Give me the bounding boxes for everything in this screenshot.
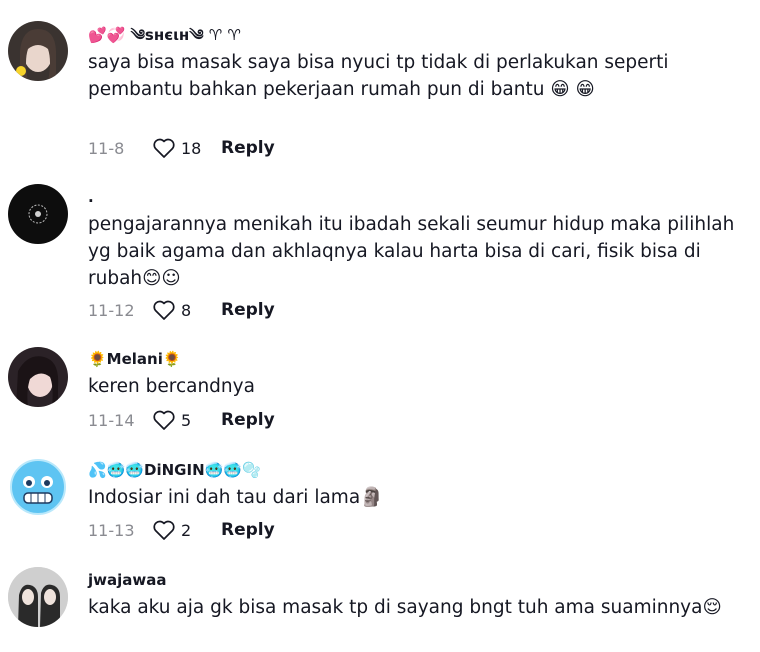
comment-date: 11-13 [88,520,135,540]
comment-actions: 11-14 5 Reply [88,408,275,432]
comment-username[interactable]: jwajawaa [88,569,740,591]
comment-actions: 11-12 8 Reply [88,298,275,322]
comment-text: Indosiar ini dah tau dari lama🗿 [88,487,384,508]
heart-icon [153,410,175,430]
heart-icon [153,300,175,320]
comment-actions: 11-8 18 Reply [88,136,275,160]
like-count: 8 [181,300,192,320]
reply-button[interactable]: Reply [221,138,275,158]
like-count: 18 [181,138,202,158]
avatar[interactable] [8,184,68,244]
comment-text: kaka aku aja gk bisa masak tp di sayang … [88,597,722,618]
comment-text: saya bisa masak saya bisa nyuci tp tidak… [88,52,669,100]
comment-date: 11-14 [88,410,135,430]
like-button[interactable] [152,299,176,321]
reply-button[interactable]: Reply [221,300,275,320]
reply-button[interactable]: Reply [221,410,275,430]
reply-button[interactable]: Reply [221,520,275,540]
heart-icon [153,520,175,540]
comment-text: pengajarannya menikah itu ibadah sekali … [88,214,735,289]
avatar[interactable] [8,21,68,81]
heart-icon [153,138,175,158]
comment-username[interactable]: 💕💞 ༄sнєιн༄ ♈ ♈ [88,24,740,46]
like-button[interactable] [152,519,176,541]
avatar[interactable] [8,567,68,627]
comment-username[interactable]: . [88,186,740,208]
comment-username[interactable]: 🌻Melani🌻 [88,348,740,370]
avatar[interactable] [8,347,68,407]
avatar[interactable] [8,457,68,517]
comment-date: 11-12 [88,300,135,320]
comment-username[interactable]: 💦🥶🥶DiNGIN🥶🥶🫧 [88,459,740,481]
like-button[interactable] [152,409,176,431]
comment-date: 11-8 [88,138,125,158]
comment-actions: 11-13 2 Reply [88,518,275,542]
like-button[interactable] [152,137,176,159]
like-count: 5 [181,410,192,430]
comment-text: keren bercandnya [88,376,255,397]
like-count: 2 [181,520,192,540]
